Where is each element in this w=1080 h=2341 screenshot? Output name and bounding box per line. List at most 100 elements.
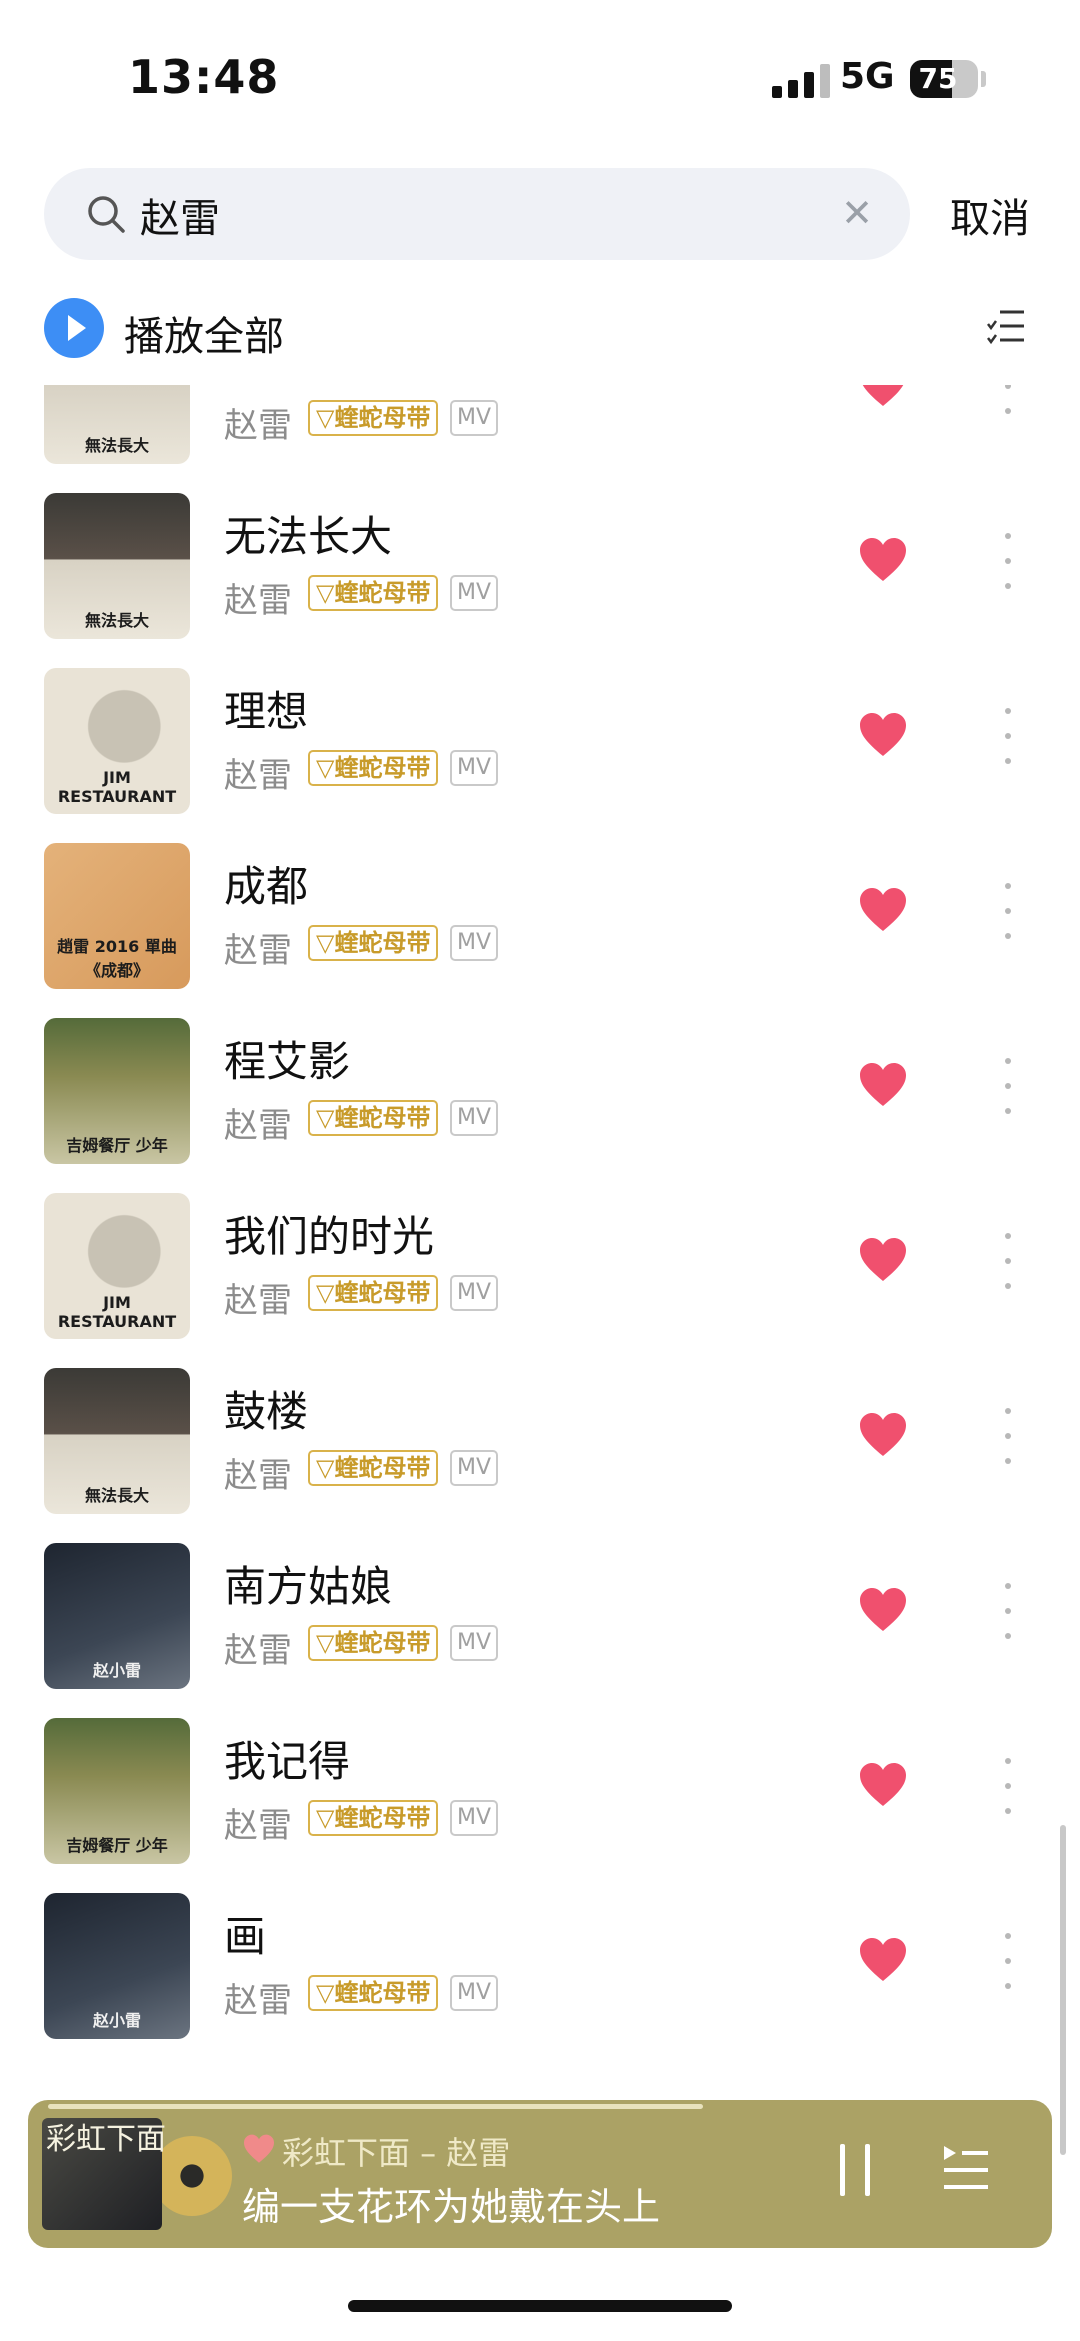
quality-badge-label: 蝰蛇母带 <box>334 404 431 432</box>
more-options-icon[interactable] <box>1000 883 1016 939</box>
cancel-button[interactable]: 取消 <box>950 186 1030 244</box>
album-cover[interactable]: 無法長大 <box>44 493 190 639</box>
album-cover[interactable]: 赵小雷 <box>44 1893 190 2039</box>
song-row[interactable]: 無法長大 阿刁赵雷 ▽蝰蛇母带 MV <box>0 385 1080 465</box>
search-input[interactable]: 赵雷 ✕ <box>44 168 910 260</box>
quality-badge: ▽蝰蛇母带 <box>308 750 439 786</box>
quality-badge-label: 蝰蛇母带 <box>334 1979 431 2007</box>
song-row[interactable]: 無法長大 鼓楼 赵雷 ▽蝰蛇母带 MV <box>0 1340 1080 1515</box>
song-title: 无法长大 <box>224 512 393 561</box>
more-options-icon[interactable] <box>1000 385 1016 414</box>
quality-badge: ▽蝰蛇母带 <box>308 400 439 436</box>
album-cover-text: 赵小雷 <box>92 2011 141 2030</box>
player-progress[interactable] <box>48 2104 704 2109</box>
album-cover-text: 吉姆餐厅 少年 <box>66 1836 168 1855</box>
heart-icon[interactable] <box>858 712 908 758</box>
status-time: 13:48 <box>128 50 280 104</box>
quality-badge-label: 蝰蛇母带 <box>334 1804 431 1832</box>
song-artist: 赵雷 <box>224 1106 292 1146</box>
quality-badge: ▽蝰蛇母带 <box>308 925 439 961</box>
more-options-icon[interactable] <box>1000 1758 1016 1814</box>
heart-icon[interactable] <box>858 1762 908 1808</box>
quality-badge: ▽蝰蛇母带 <box>308 1450 439 1486</box>
pause-button[interactable] <box>838 2144 872 2196</box>
heart-icon[interactable] <box>858 385 908 408</box>
album-cover[interactable]: 赵小雷 <box>44 1543 190 1689</box>
song-title: 我记得 <box>224 1737 351 1786</box>
heart-icon[interactable] <box>858 537 908 583</box>
clear-icon[interactable]: ✕ <box>834 190 880 236</box>
album-cover-text: 無法長大 <box>84 436 149 455</box>
quality-badge-label: 蝰蛇母带 <box>334 1104 431 1132</box>
song-title: 我们的时光 <box>224 1212 435 1261</box>
song-row[interactable]: 無法長大 无法长大 赵雷 ▽蝰蛇母带 MV <box>0 465 1080 640</box>
mv-badge[interactable]: MV <box>450 1975 498 2011</box>
more-options-icon[interactable] <box>1000 1058 1016 1114</box>
heart-icon[interactable] <box>858 887 908 933</box>
battery-icon: 75 <box>910 60 978 98</box>
scrollbar[interactable] <box>1060 1825 1066 2155</box>
song-artist: 赵雷 <box>224 1806 292 1846</box>
quality-badge-label: 蝰蛇母带 <box>334 754 431 782</box>
more-options-icon[interactable] <box>1000 1933 1016 1989</box>
song-row[interactable]: 吉姆餐厅 少年 程艾影 赵雷 ▽蝰蛇母带 MV <box>0 990 1080 1165</box>
playlist-queue-icon[interactable] <box>940 2142 990 2196</box>
song-artist: 赵雷 <box>224 581 292 621</box>
mini-player[interactable]: 彩虹下面 彩虹下面 – 赵雷 编一支花环为她戴在头上 <box>28 2100 1052 2248</box>
multi-select-icon[interactable] <box>986 306 1026 346</box>
more-options-icon[interactable] <box>1000 1233 1016 1289</box>
heart-icon[interactable] <box>858 1937 908 1983</box>
mv-badge[interactable]: MV <box>450 925 498 961</box>
song-row[interactable]: 吉姆餐厅 少年 我记得 赵雷 ▽蝰蛇母带 MV <box>0 1690 1080 1865</box>
album-cover[interactable]: JIM RESTAURANT <box>44 668 190 814</box>
heart-icon[interactable] <box>858 1237 908 1283</box>
song-artist: 赵雷 <box>224 1456 292 1496</box>
song-list-track: 無法長大阿刁赵雷▽蝰蛇母带MV無法長大无法长大赵雷▽蝰蛇母带MVJIM REST… <box>0 385 1080 2040</box>
battery-tip <box>981 71 986 87</box>
mv-badge[interactable]: MV <box>450 1275 498 1311</box>
album-cover[interactable]: 趙雷 2016 單曲 《成都》 <box>44 843 190 989</box>
heart-icon[interactable] <box>858 1412 908 1458</box>
song-row[interactable]: JIM RESTAURANT 理想 赵雷 ▽蝰蛇母带 MV <box>0 640 1080 815</box>
heart-icon[interactable] <box>858 1587 908 1633</box>
more-options-icon[interactable] <box>1000 1408 1016 1464</box>
mv-badge[interactable]: MV <box>450 1800 498 1836</box>
mv-badge[interactable]: MV <box>450 1100 498 1136</box>
quality-badge: ▽蝰蛇母带 <box>308 1625 439 1661</box>
heart-icon[interactable] <box>858 1062 908 1108</box>
quality-badge-label: 蝰蛇母带 <box>334 929 431 957</box>
play-all-label: 播放全部 <box>124 314 284 360</box>
signal-icon <box>772 62 830 98</box>
album-cover[interactable]: JIM RESTAURANT <box>44 1193 190 1339</box>
song-row[interactable]: JIM RESTAURANT 我们的时光 赵雷 ▽蝰蛇母带 MV <box>0 1165 1080 1340</box>
more-options-icon[interactable] <box>1000 708 1016 764</box>
mv-badge[interactable]: MV <box>450 750 498 786</box>
pause-bar-left <box>840 2144 845 2196</box>
mv-badge[interactable]: MV <box>450 400 498 436</box>
quality-badge-label: 蝰蛇母带 <box>334 1454 431 1482</box>
quality-badge: ▽蝰蛇母带 <box>308 1100 439 1136</box>
search-icon <box>88 196 125 233</box>
more-options-icon[interactable] <box>1000 533 1016 589</box>
song-title: 理想 <box>224 687 309 736</box>
song-artist: 赵雷 <box>224 1631 292 1671</box>
album-cover[interactable]: 無法長大 <box>44 385 190 464</box>
quality-badge-label: 蝰蛇母带 <box>334 1629 431 1657</box>
album-cover[interactable]: 吉姆餐厅 少年 <box>44 1718 190 1864</box>
song-artist: 赵雷 <box>224 931 292 971</box>
song-row[interactable]: 赵小雷 画赵雷 ▽蝰蛇母带 MV <box>0 1865 1080 2040</box>
mv-badge[interactable]: MV <box>450 575 498 611</box>
album-cover[interactable]: 無法長大 <box>44 1368 190 1514</box>
album-cover-text: 趙雷 2016 單曲 《成都》 <box>57 937 177 980</box>
album-cover[interactable]: 吉姆餐厅 少年 <box>44 1018 190 1164</box>
song-row[interactable]: 趙雷 2016 單曲 《成都》 成都 赵雷 ▽蝰蛇母带 MV <box>0 815 1080 990</box>
mv-badge[interactable]: MV <box>450 1450 498 1486</box>
song-row[interactable]: 赵小雷 南方姑娘 赵雷 ▽蝰蛇母带 MV <box>0 1515 1080 1690</box>
player-heart-icon[interactable] <box>242 2134 276 2164</box>
search-query[interactable]: 赵雷 <box>140 186 220 244</box>
song-list[interactable]: 無法長大阿刁赵雷▽蝰蛇母带MV無法長大无法长大赵雷▽蝰蛇母带MVJIM REST… <box>0 385 1080 2085</box>
more-options-icon[interactable] <box>1000 1583 1016 1639</box>
album-cover-text: 吉姆餐厅 少年 <box>66 1136 168 1155</box>
mv-badge[interactable]: MV <box>450 1625 498 1661</box>
player-song-title: 彩虹下面 – 赵雷 <box>282 2134 511 2172</box>
